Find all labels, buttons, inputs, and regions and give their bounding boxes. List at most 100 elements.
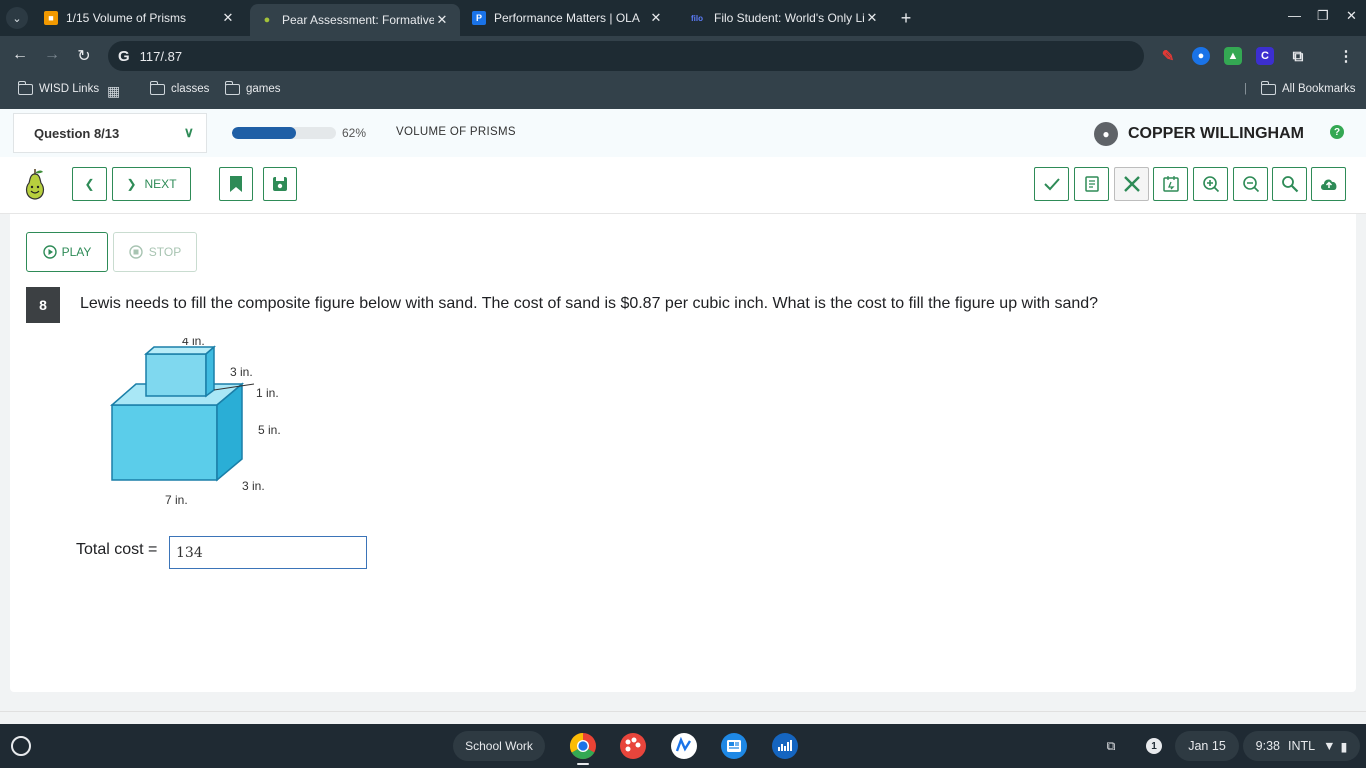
battery-icon: ▮ bbox=[1340, 739, 1348, 754]
close-icon[interactable]: ✕ bbox=[648, 10, 664, 26]
eliminate-button[interactable] bbox=[1114, 167, 1149, 201]
tab-volume-of-prisms[interactable]: ■ 1/15 Volume of Prisms ✕ bbox=[34, 4, 246, 32]
restore-icon[interactable]: ❐ bbox=[1317, 8, 1329, 24]
launcher-icon[interactable] bbox=[11, 736, 31, 756]
check-button[interactable] bbox=[1034, 167, 1069, 201]
zoom-in-button[interactable] bbox=[1193, 167, 1228, 201]
classroom-app-icon[interactable] bbox=[720, 732, 748, 760]
notification-count[interactable]: 1 bbox=[1140, 731, 1168, 761]
zoom-out-icon bbox=[1242, 176, 1259, 193]
composite-prism-figure: 4 in. 3 in. 1 in. 5 in. 3 in. 7 in. bbox=[110, 338, 281, 507]
folder-icon bbox=[149, 80, 165, 95]
magnifier-button[interactable] bbox=[1272, 167, 1307, 201]
chromeos-shelf: School Work ⧉ 1 Jan 15 9:38 INTL ▼ ▮ bbox=[0, 724, 1366, 768]
all-bookmarks[interactable]: All Bookmarks bbox=[1260, 80, 1356, 95]
progress-percent: 62% bbox=[342, 126, 367, 140]
label-bottom-width: 7 in. bbox=[165, 493, 188, 507]
question-text: Lewis needs to fill the composite figure… bbox=[80, 295, 1099, 312]
edge-extension-icon[interactable]: ● bbox=[1192, 47, 1210, 65]
calculator-icon bbox=[1162, 176, 1179, 192]
top-prism-top bbox=[144, 346, 216, 355]
close-icon[interactable]: ✕ bbox=[434, 12, 450, 28]
notes-icon bbox=[1084, 176, 1099, 192]
active-app-indicator bbox=[577, 763, 589, 765]
analytics-app-icon[interactable] bbox=[771, 732, 799, 760]
page-bottom-strip bbox=[0, 711, 1366, 724]
bookmark-icon bbox=[230, 176, 242, 192]
screencast-icon[interactable] bbox=[670, 732, 698, 760]
checkmark-icon bbox=[1043, 178, 1060, 191]
notes-button[interactable] bbox=[1074, 167, 1109, 201]
bottom-prism-front bbox=[111, 404, 218, 481]
tab-pear-assessment[interactable]: ● Pear Assessment: Formative a ✕ bbox=[250, 4, 460, 36]
pear-assessment-app: Question 8/13 ∨ 62% VOLUME OF PRISMS ● C… bbox=[0, 109, 1366, 724]
chrome-icon[interactable] bbox=[569, 732, 597, 760]
address-bar[interactable]: G 117/.87 bbox=[108, 41, 1144, 71]
desk-school-work[interactable]: School Work bbox=[453, 731, 545, 761]
forward-arrow-icon[interactable]: → bbox=[42, 46, 62, 64]
folder-icon bbox=[1260, 80, 1276, 95]
top-prism-front bbox=[145, 353, 207, 397]
tab-filo-student[interactable]: filo Filo Student: World's Only Live I ✕ bbox=[678, 4, 890, 32]
bookmark-button[interactable] bbox=[219, 167, 253, 201]
calculator-button[interactable] bbox=[1153, 167, 1188, 201]
extensions-puzzle-icon[interactable]: ⧉ bbox=[1289, 47, 1307, 65]
answer-label: Total cost = bbox=[76, 541, 158, 558]
window-close-icon[interactable]: ✕ bbox=[1346, 8, 1357, 24]
close-icon[interactable]: ✕ bbox=[220, 10, 236, 26]
previous-button[interactable]: ❮ bbox=[72, 167, 107, 201]
puzzle-extension-icon[interactable]: ▲ bbox=[1224, 47, 1242, 65]
c-extension-icon[interactable]: C bbox=[1256, 47, 1274, 65]
progress-bar bbox=[232, 127, 336, 139]
chevron-left-icon: ❮ bbox=[84, 177, 95, 191]
filo-icon: filo bbox=[691, 13, 703, 23]
save-button[interactable] bbox=[263, 167, 297, 201]
total-cost-input[interactable] bbox=[169, 536, 367, 569]
apps-grid-icon[interactable]: ▦ bbox=[107, 83, 120, 100]
minimize-icon[interactable]: — bbox=[1288, 8, 1301, 23]
zoom-in-icon bbox=[1202, 176, 1219, 193]
canvas-paint-icon[interactable] bbox=[619, 732, 647, 760]
pear-icon: ● bbox=[263, 14, 271, 26]
close-icon[interactable]: ✕ bbox=[864, 10, 880, 26]
search-icon bbox=[1281, 176, 1298, 193]
label-offset: 1 in. bbox=[256, 386, 279, 400]
new-tab-icon[interactable]: + bbox=[896, 8, 916, 29]
label-top-width: 4 in. bbox=[182, 338, 205, 348]
bookmark-classes[interactable]: classes bbox=[149, 80, 209, 95]
bookmark-wisd-links[interactable]: WISD Links bbox=[17, 80, 99, 95]
tab-search-chevron-icon[interactable]: ⌄ bbox=[6, 7, 28, 29]
bookmark-games[interactable]: games bbox=[224, 80, 281, 95]
tab-performance-matters[interactable]: P Performance Matters | OLA ✕ bbox=[462, 4, 674, 32]
play-button[interactable]: PLAY bbox=[26, 232, 108, 272]
user-account[interactable]: ● COPPER WILLINGHAM bbox=[1094, 122, 1304, 146]
upload-button[interactable] bbox=[1311, 167, 1346, 201]
calendar-date[interactable]: Jan 15 bbox=[1175, 731, 1239, 761]
zoom-out-button[interactable] bbox=[1233, 167, 1268, 201]
next-button[interactable]: ❯ NEXT bbox=[112, 167, 191, 201]
browser-toolbar: ← → ↻ G 117/.87 ✎ ● ▲ C ⧉ ⋮ bbox=[0, 36, 1366, 76]
label-top-depth: 3 in. bbox=[230, 365, 253, 379]
reload-icon[interactable]: ↻ bbox=[74, 46, 94, 66]
help-icon[interactable]: ? bbox=[1330, 125, 1344, 139]
back-arrow-icon[interactable]: ← bbox=[10, 46, 30, 64]
browser-tab-strip: ⌄ ■ 1/15 Volume of Prisms ✕ ● Pear Asses… bbox=[0, 0, 1366, 36]
question-selector[interactable]: Question 8/13 ∨ bbox=[13, 113, 207, 153]
top-prism-side bbox=[205, 345, 215, 398]
question-panel: PLAY STOP 8 Lewis needs to fill the comp… bbox=[10, 214, 1356, 692]
wifi-icon: ▼ bbox=[1323, 739, 1336, 753]
kebab-menu-icon[interactable]: ⋮ bbox=[1337, 47, 1355, 65]
pear-logo-icon bbox=[25, 169, 45, 200]
classroom-icon: ■ bbox=[44, 11, 58, 25]
holding-space-icon[interactable]: ⧉ bbox=[1096, 731, 1126, 761]
p-icon: P bbox=[472, 11, 486, 25]
stop-button[interactable]: STOP bbox=[113, 232, 197, 272]
chevron-right-icon: ❯ bbox=[126, 177, 137, 191]
status-tray[interactable]: 9:38 INTL ▼ ▮ bbox=[1243, 731, 1360, 761]
pen-extension-icon[interactable]: ✎ bbox=[1159, 47, 1177, 65]
person-icon: ● bbox=[1094, 122, 1118, 146]
stop-icon bbox=[129, 245, 143, 259]
cloud-upload-icon bbox=[1320, 179, 1336, 190]
folder-icon bbox=[224, 80, 240, 95]
progress-fill bbox=[232, 127, 297, 139]
